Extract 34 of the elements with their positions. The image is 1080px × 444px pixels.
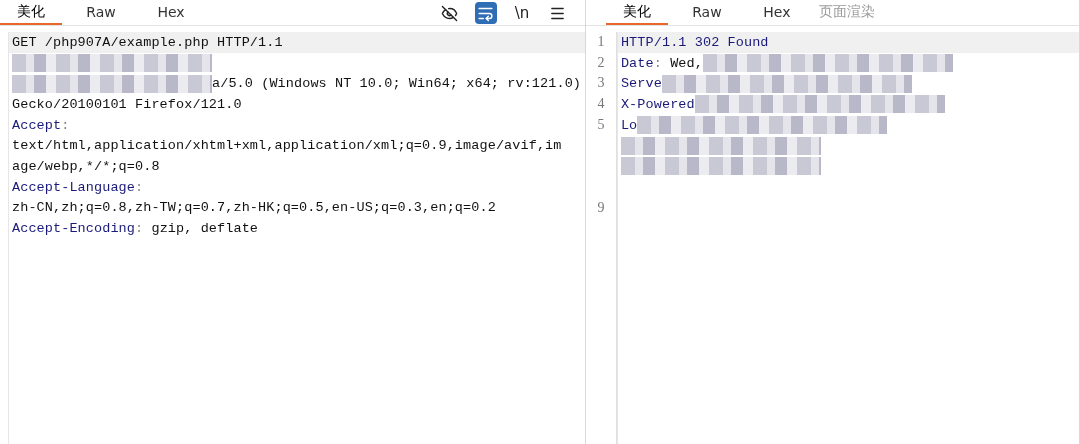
header-name: Accept-Language: [12, 179, 136, 195]
code-text: age/webp,*/*;q=0.8: [12, 158, 160, 174]
code-text: gzip, deflate: [150, 221, 259, 237]
line-number: 1: [596, 33, 606, 51]
header-name: Accept: [12, 117, 62, 133]
colon: :: [61, 117, 70, 133]
tab[interactable]: Raw: [675, 0, 738, 25]
colon: :: [653, 55, 662, 71]
line-number: 3: [596, 74, 606, 93]
line-number: 9: [596, 198, 606, 217]
header-name: Accept-Encoding: [12, 221, 136, 237]
tab[interactable]: 美化: [605, 0, 668, 25]
newline-toggle[interactable]: \n: [510, 2, 533, 24]
code-text: Gecko/20100101 Firefox/121.0: [12, 96, 242, 112]
header-name: Lo: [620, 117, 638, 133]
header-name: Date: [620, 55, 654, 71]
header-name: X-Powered: [620, 96, 695, 112]
tab[interactable]: Raw: [70, 0, 132, 25]
line-number: 5: [596, 115, 606, 134]
code-text: GET /php907A/example.php HTTP/1.1: [12, 34, 283, 50]
header-name: HTTP/1.1 302 Found: [620, 34, 769, 50]
wrap-text-icon[interactable]: [474, 2, 497, 24]
code-text: text/html,application/xhtml+xml,application/xml;q=0.9,image/avif,im: [12, 138, 562, 154]
line-number: 2: [596, 53, 606, 72]
code-text: zh-CN,zh;q=0.8,zh-TW;q=0.7,zh-HK;q=0.5,en-US;q=0.3,en;q=0.2: [12, 200, 496, 216]
tab[interactable]: Hex: [140, 0, 202, 25]
tab[interactable]: Hex: [745, 0, 808, 25]
header-name: Serve: [620, 76, 662, 92]
colon: :: [135, 179, 144, 195]
line-number: 4: [596, 95, 606, 114]
code-text: a/5.0 (Windows NT 10.0; Win64; x64; rv:121.0): [212, 76, 582, 92]
code-text: Wed,: [669, 55, 703, 71]
tab[interactable]: 美化: [0, 0, 62, 25]
colon: :: [135, 221, 144, 237]
